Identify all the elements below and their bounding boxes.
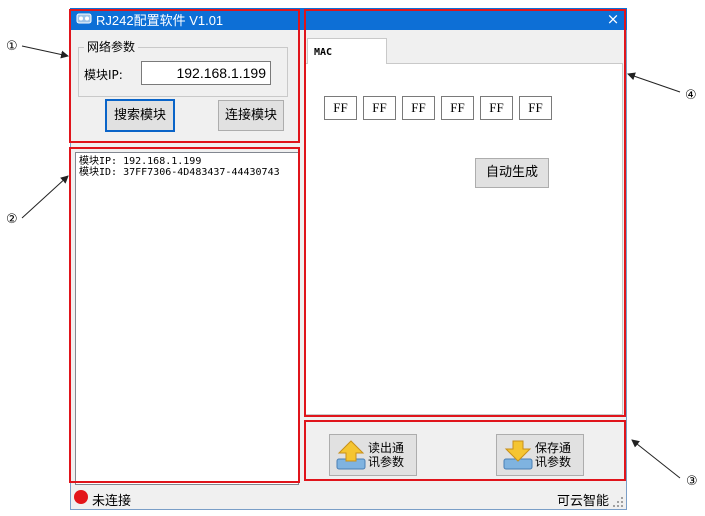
callout-1: ① (6, 39, 18, 54)
callout-2: ② (6, 212, 18, 227)
callout-3: ③ (686, 474, 698, 489)
callout-arrows (21, 45, 681, 479)
callout-4: ④ (685, 88, 697, 103)
